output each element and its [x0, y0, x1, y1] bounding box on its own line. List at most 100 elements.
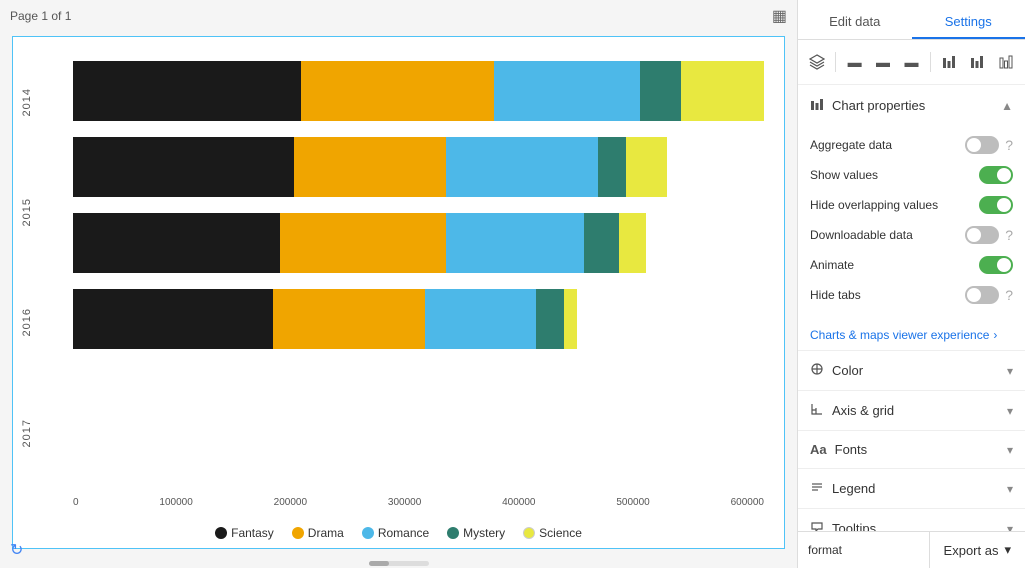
legend-label-science: Science — [539, 526, 582, 540]
toggle-right-hide-overlapping — [979, 196, 1013, 214]
toggle-aggregate[interactable] — [965, 136, 999, 154]
y-label-2015: 2015 — [21, 198, 33, 226]
page-number: Page 1 of 1 — [10, 9, 71, 23]
x-tick-500k: 500000 — [616, 497, 649, 508]
toolbar-divider-2 — [930, 52, 931, 72]
toggle-row-hide-tabs: Hide tabs ? — [810, 280, 1013, 310]
viewer-experience-row[interactable]: Charts & maps viewer experience › — [798, 320, 1025, 350]
seg-mystery-2014 — [640, 61, 681, 121]
scrollbar-thumb[interactable] — [369, 561, 389, 566]
seg-drama-2015 — [294, 137, 446, 197]
section-header-chart-properties[interactable]: Chart properties ▲ — [798, 85, 1025, 126]
hide-tabs-help-icon[interactable]: ? — [1005, 287, 1013, 303]
seg-fantasy-2016 — [73, 213, 280, 273]
legend-chevron: ▾ — [1007, 482, 1013, 496]
toggle-right-downloadable: ? — [965, 226, 1013, 244]
toolbar-icon-align-right[interactable]: ▬ — [898, 48, 924, 76]
axis-grid-icon — [810, 402, 824, 419]
legend-dot-mystery — [447, 527, 459, 539]
chart-properties-chevron: ▲ — [1001, 99, 1013, 113]
toolbar-icon-bar2[interactable] — [964, 48, 990, 76]
legend-item-romance: Romance — [362, 526, 429, 540]
scrollbar-area — [0, 557, 797, 568]
axis-grid-chevron: ▾ — [1007, 404, 1013, 418]
toolbar-divider-1 — [835, 52, 836, 72]
seg-drama-2014 — [301, 61, 494, 121]
bar-segments-2014 — [73, 61, 764, 121]
bar-segments-2017 — [73, 289, 764, 349]
page-label: Page 1 of 1 ▦ — [0, 0, 797, 32]
seg-mystery-2015 — [598, 137, 626, 197]
section-axis-grid[interactable]: Axis & grid ▾ — [798, 391, 1025, 431]
bar-segments-2015 — [73, 137, 764, 197]
toolbar-icon-align-left[interactable]: ▬ — [841, 48, 867, 76]
seg-romance-2017 — [425, 289, 536, 349]
chart-properties-icon — [810, 97, 824, 114]
viewer-experience-arrow: › — [993, 328, 997, 342]
show-values-label: Show values — [810, 168, 878, 182]
seg-mystery-2016 — [584, 213, 619, 273]
x-axis: 0 100000 200000 300000 400000 500000 600… — [73, 497, 764, 508]
color-label: Color — [832, 363, 863, 378]
tab-settings[interactable]: Settings — [912, 0, 1025, 39]
hide-tabs-label: Hide tabs — [810, 288, 861, 302]
legend-dot-drama — [292, 527, 304, 539]
scrollbar-track[interactable] — [369, 561, 429, 566]
seg-romance-2016 — [446, 213, 584, 273]
copy-icon[interactable]: ▦ — [772, 6, 787, 26]
section-fonts[interactable]: Aa Fonts ▾ — [798, 431, 1025, 469]
export-btn-label: Export as — [944, 543, 999, 558]
seg-romance-2014 — [494, 61, 639, 121]
aggregate-help-icon[interactable]: ? — [1005, 137, 1013, 153]
tab-edit-data[interactable]: Edit data — [798, 0, 912, 39]
toggle-hide-tabs[interactable] — [965, 286, 999, 304]
legend-icon — [810, 480, 824, 497]
bar-row-2017 — [73, 289, 764, 349]
icon-toolbar: ▬ ▬ ▬ — [798, 40, 1025, 85]
downloadable-help-icon[interactable]: ? — [1005, 227, 1013, 243]
toggle-row-aggregate: Aggregate data ? — [810, 130, 1013, 160]
toolbar-icon-layers[interactable] — [804, 48, 830, 76]
y-label-2017: 2017 — [21, 419, 33, 447]
downloadable-label: Downloadable data — [810, 228, 913, 242]
bars-area — [73, 57, 764, 488]
export-as-button[interactable]: Export as ▾ — [929, 532, 1025, 568]
toggle-row-animate: Animate — [810, 250, 1013, 280]
fonts-chevron: ▾ — [1007, 443, 1013, 457]
toggle-hide-overlapping[interactable] — [979, 196, 1013, 214]
bar-row-2014 — [73, 61, 764, 121]
export-dropdown-icon: ▾ — [1004, 542, 1011, 558]
toggle-downloadable[interactable] — [965, 226, 999, 244]
chart-properties-label: Chart properties — [832, 98, 925, 113]
toggle-right-aggregate: ? — [965, 136, 1013, 154]
seg-fantasy-2017 — [73, 289, 273, 349]
right-panel: Edit data Settings ▬ ▬ ▬ Chart — [797, 0, 1025, 568]
toolbar-icon-bar1[interactable] — [936, 48, 962, 76]
y-label-2014: 2014 — [21, 88, 33, 116]
seg-mystery-2017 — [536, 289, 564, 349]
chart-container: 2017 2016 2015 2014 — [12, 36, 785, 549]
section-legend[interactable]: Legend ▾ — [798, 469, 1025, 509]
legend-label-romance: Romance — [378, 526, 429, 540]
tab-bar: Edit data Settings — [798, 0, 1025, 40]
toolbar-icon-align-center[interactable]: ▬ — [870, 48, 896, 76]
seg-science-2016 — [619, 213, 647, 273]
legend-label-drama: Drama — [308, 526, 344, 540]
left-panel: Page 1 of 1 ▦ 2017 2016 2015 2014 — [0, 0, 797, 568]
export-bar: format Export as ▾ — [798, 531, 1025, 568]
toggle-show-values[interactable] — [979, 166, 1013, 184]
legend-item-fantasy: Fantasy — [215, 526, 274, 540]
chart-properties-content: Aggregate data ? Show values Hide overla… — [798, 126, 1025, 320]
bar-segments-2016 — [73, 213, 764, 273]
export-format-label: format — [798, 543, 842, 557]
legend-label-fantasy: Fantasy — [231, 526, 274, 540]
toolbar-icon-bar3[interactable] — [993, 48, 1019, 76]
viewer-experience-link[interactable]: Charts & maps viewer experience — [810, 328, 989, 342]
fonts-icon: Aa — [810, 442, 827, 457]
toggle-row-show-values: Show values — [810, 160, 1013, 190]
section-color[interactable]: Color ▾ — [798, 351, 1025, 391]
x-tick-400k: 400000 — [502, 497, 535, 508]
toggle-animate[interactable] — [979, 256, 1013, 274]
axis-grid-label: Axis & grid — [832, 403, 894, 418]
refresh-button[interactable]: ↻ — [10, 540, 23, 560]
